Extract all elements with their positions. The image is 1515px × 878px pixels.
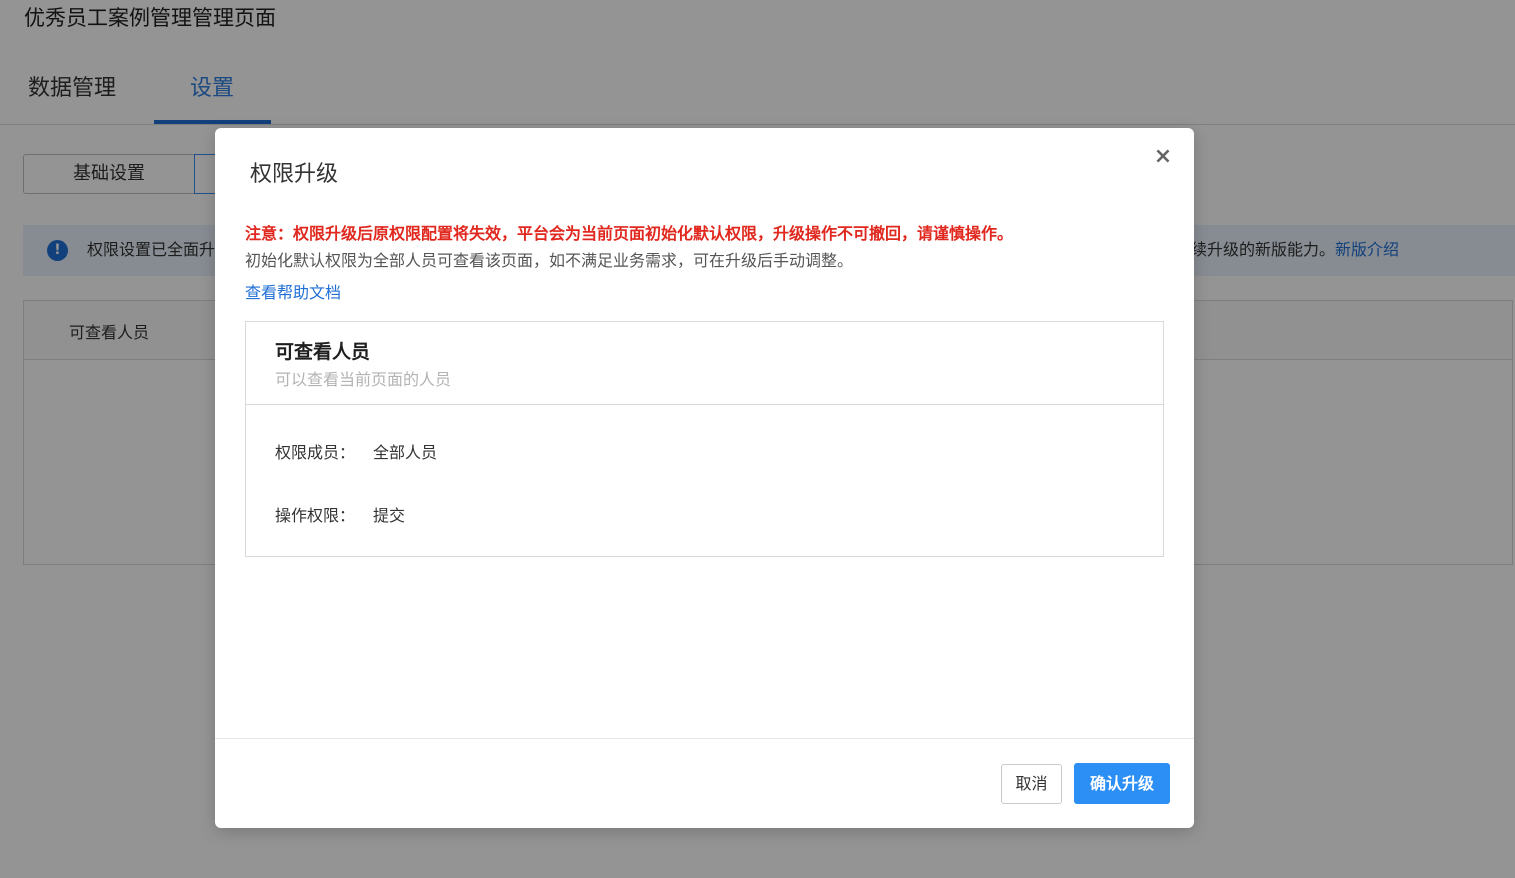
- card-title: 可查看人员: [275, 341, 371, 363]
- viewer-permission-card: 可查看人员 可以查看当前页面的人员 权限成员： 全部人员 操作权限： 提交: [245, 321, 1164, 557]
- operation-permission-value: 提交: [373, 506, 406, 525]
- card-header: 可查看人员 可以查看当前页面的人员: [246, 322, 1163, 405]
- description-text: 初始化默认权限为全部人员可查看该页面，如不满足业务需求，可在升级后手动调整。: [245, 251, 854, 270]
- operation-permission-label: 操作权限：: [275, 506, 356, 525]
- permission-members-value: 全部人员: [373, 443, 438, 462]
- close-icon[interactable]: ×: [1152, 146, 1174, 168]
- confirm-upgrade-button[interactable]: 确认升级: [1074, 763, 1170, 804]
- dialog-footer-divider: [215, 738, 1194, 739]
- permission-upgrade-dialog: 权限升级 × 注意：权限升级后原权限配置将失效，平台会为当前页面初始化默认权限，…: [215, 128, 1194, 828]
- help-doc-link[interactable]: 查看帮助文档: [245, 282, 341, 304]
- warning-text: 注意：权限升级后原权限配置将失效，平台会为当前页面初始化默认权限，升级操作不可撤…: [245, 224, 1014, 243]
- card-subtitle: 可以查看当前页面的人员: [275, 370, 452, 389]
- permission-members-label: 权限成员：: [275, 443, 356, 462]
- cancel-button[interactable]: 取消: [1001, 764, 1062, 804]
- dialog-title: 权限升级: [250, 162, 339, 187]
- page: 优秀员工案例管理管理页面 数据管理 设置 基础设置 ! 权限设置已全面升 续升级…: [0, 0, 1515, 878]
